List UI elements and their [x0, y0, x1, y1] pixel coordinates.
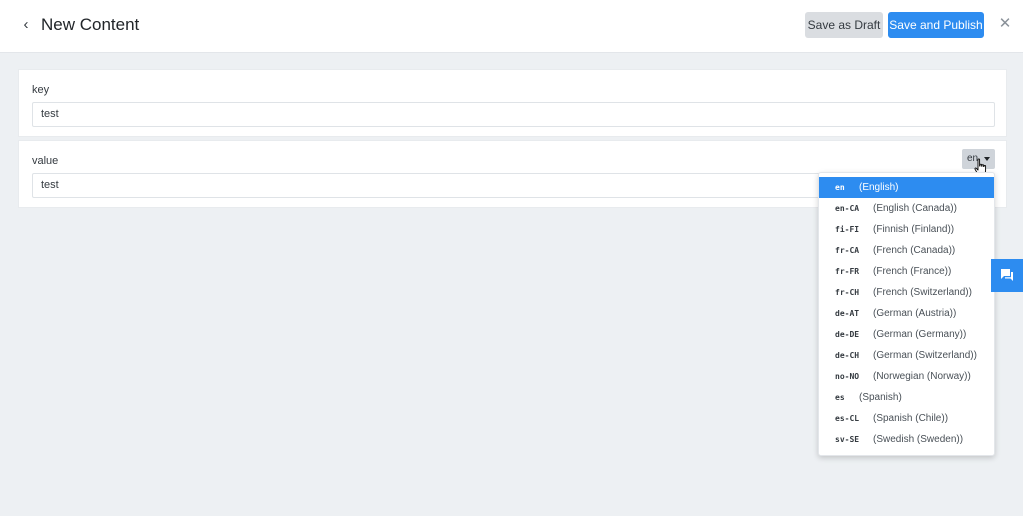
page-title: New Content: [41, 15, 140, 34]
locale-code: fr-CH: [835, 288, 860, 297]
locale-code: de-CH: [835, 351, 860, 360]
locale-code: fr-FR: [835, 267, 860, 276]
locale-option-fr-CH[interactable]: fr-CH (French (Switzerland)): [819, 282, 994, 303]
locale-option-en-CA[interactable]: en-CA (English (Canada)): [819, 198, 994, 219]
locale-name: (English (Canada)): [873, 203, 957, 214]
locale-name: (Swedish (Sweden)): [873, 434, 964, 445]
locale-name: (German (Switzerland)): [873, 350, 977, 361]
locale-code: es: [835, 393, 845, 402]
chat-icon: [1001, 269, 1013, 281]
locale-name: (Spanish (Chile)): [873, 413, 949, 424]
save-as-draft-button[interactable]: Save as Draft: [805, 12, 883, 38]
close-icon[interactable]: ✕: [997, 14, 1013, 34]
locale-name: (German (Austria)): [873, 308, 957, 319]
locale-name: (Spanish): [859, 392, 902, 403]
locale-name: (Finnish (Finland)): [873, 224, 955, 235]
locale-option-fr-FR[interactable]: fr-FR (French (France)): [819, 261, 994, 282]
locale-code: en-CA: [835, 204, 860, 213]
locale-name: (English): [859, 182, 899, 193]
key-field-label: key: [32, 84, 50, 96]
locale-option-fr-CA[interactable]: fr-CA (French (Canada)): [819, 240, 994, 261]
locale-option-fi-FI[interactable]: fi-FI (Finnish (Finland)): [819, 219, 994, 240]
locale-name: (Norwegian (Norway)): [873, 371, 971, 382]
back-chevron-icon[interactable]: ‹: [18, 14, 34, 36]
locale-option-es-CL[interactable]: es-CL (Spanish (Chile)): [819, 408, 994, 429]
locale-code: en: [835, 183, 845, 192]
locale-name: (German (Germany)): [873, 329, 967, 340]
top-bar: ‹ New Content Save as Draft Save and Pub…: [0, 0, 1023, 53]
locale-option-de-AT[interactable]: de-AT (German (Austria)): [819, 303, 994, 324]
key-field-card: key test: [18, 69, 1007, 137]
locale-code: de-DE: [835, 330, 860, 339]
locale-code: fr-CA: [835, 246, 860, 255]
value-field-label: value: [32, 155, 59, 167]
locale-code: de-AT: [835, 309, 860, 318]
key-input[interactable]: test: [32, 102, 995, 127]
locale-option-es[interactable]: es (Spanish): [819, 387, 994, 408]
locale-code: no-NO: [835, 372, 860, 381]
locale-option-de-DE[interactable]: de-DE (German (Germany)): [819, 324, 994, 345]
locale-name: (French (Switzerland)): [873, 287, 972, 298]
locale-name: (French (France)): [873, 266, 952, 277]
locale-code: fi-FI: [835, 225, 860, 234]
locale-code: es-CL: [835, 414, 860, 423]
locale-option-sv-SE[interactable]: sv-SE (Swedish (Sweden)): [819, 429, 994, 450]
save-and-publish-button[interactable]: Save and Publish: [888, 12, 984, 38]
locale-option-en[interactable]: en (English): [819, 177, 994, 198]
locale-name: (French (Canada)): [873, 245, 956, 256]
chat-button[interactable]: [991, 259, 1023, 292]
locale-dropdown-menu: en (English) en-CA (English (Canada)) fi-FI (…: [818, 172, 995, 456]
locale-option-de-CH[interactable]: de-CH (German (Switzerland)): [819, 345, 994, 366]
locale-code: sv-SE: [835, 435, 860, 444]
locale-option-no-NO[interactable]: no-NO (Norwegian (Norway)): [819, 366, 994, 387]
